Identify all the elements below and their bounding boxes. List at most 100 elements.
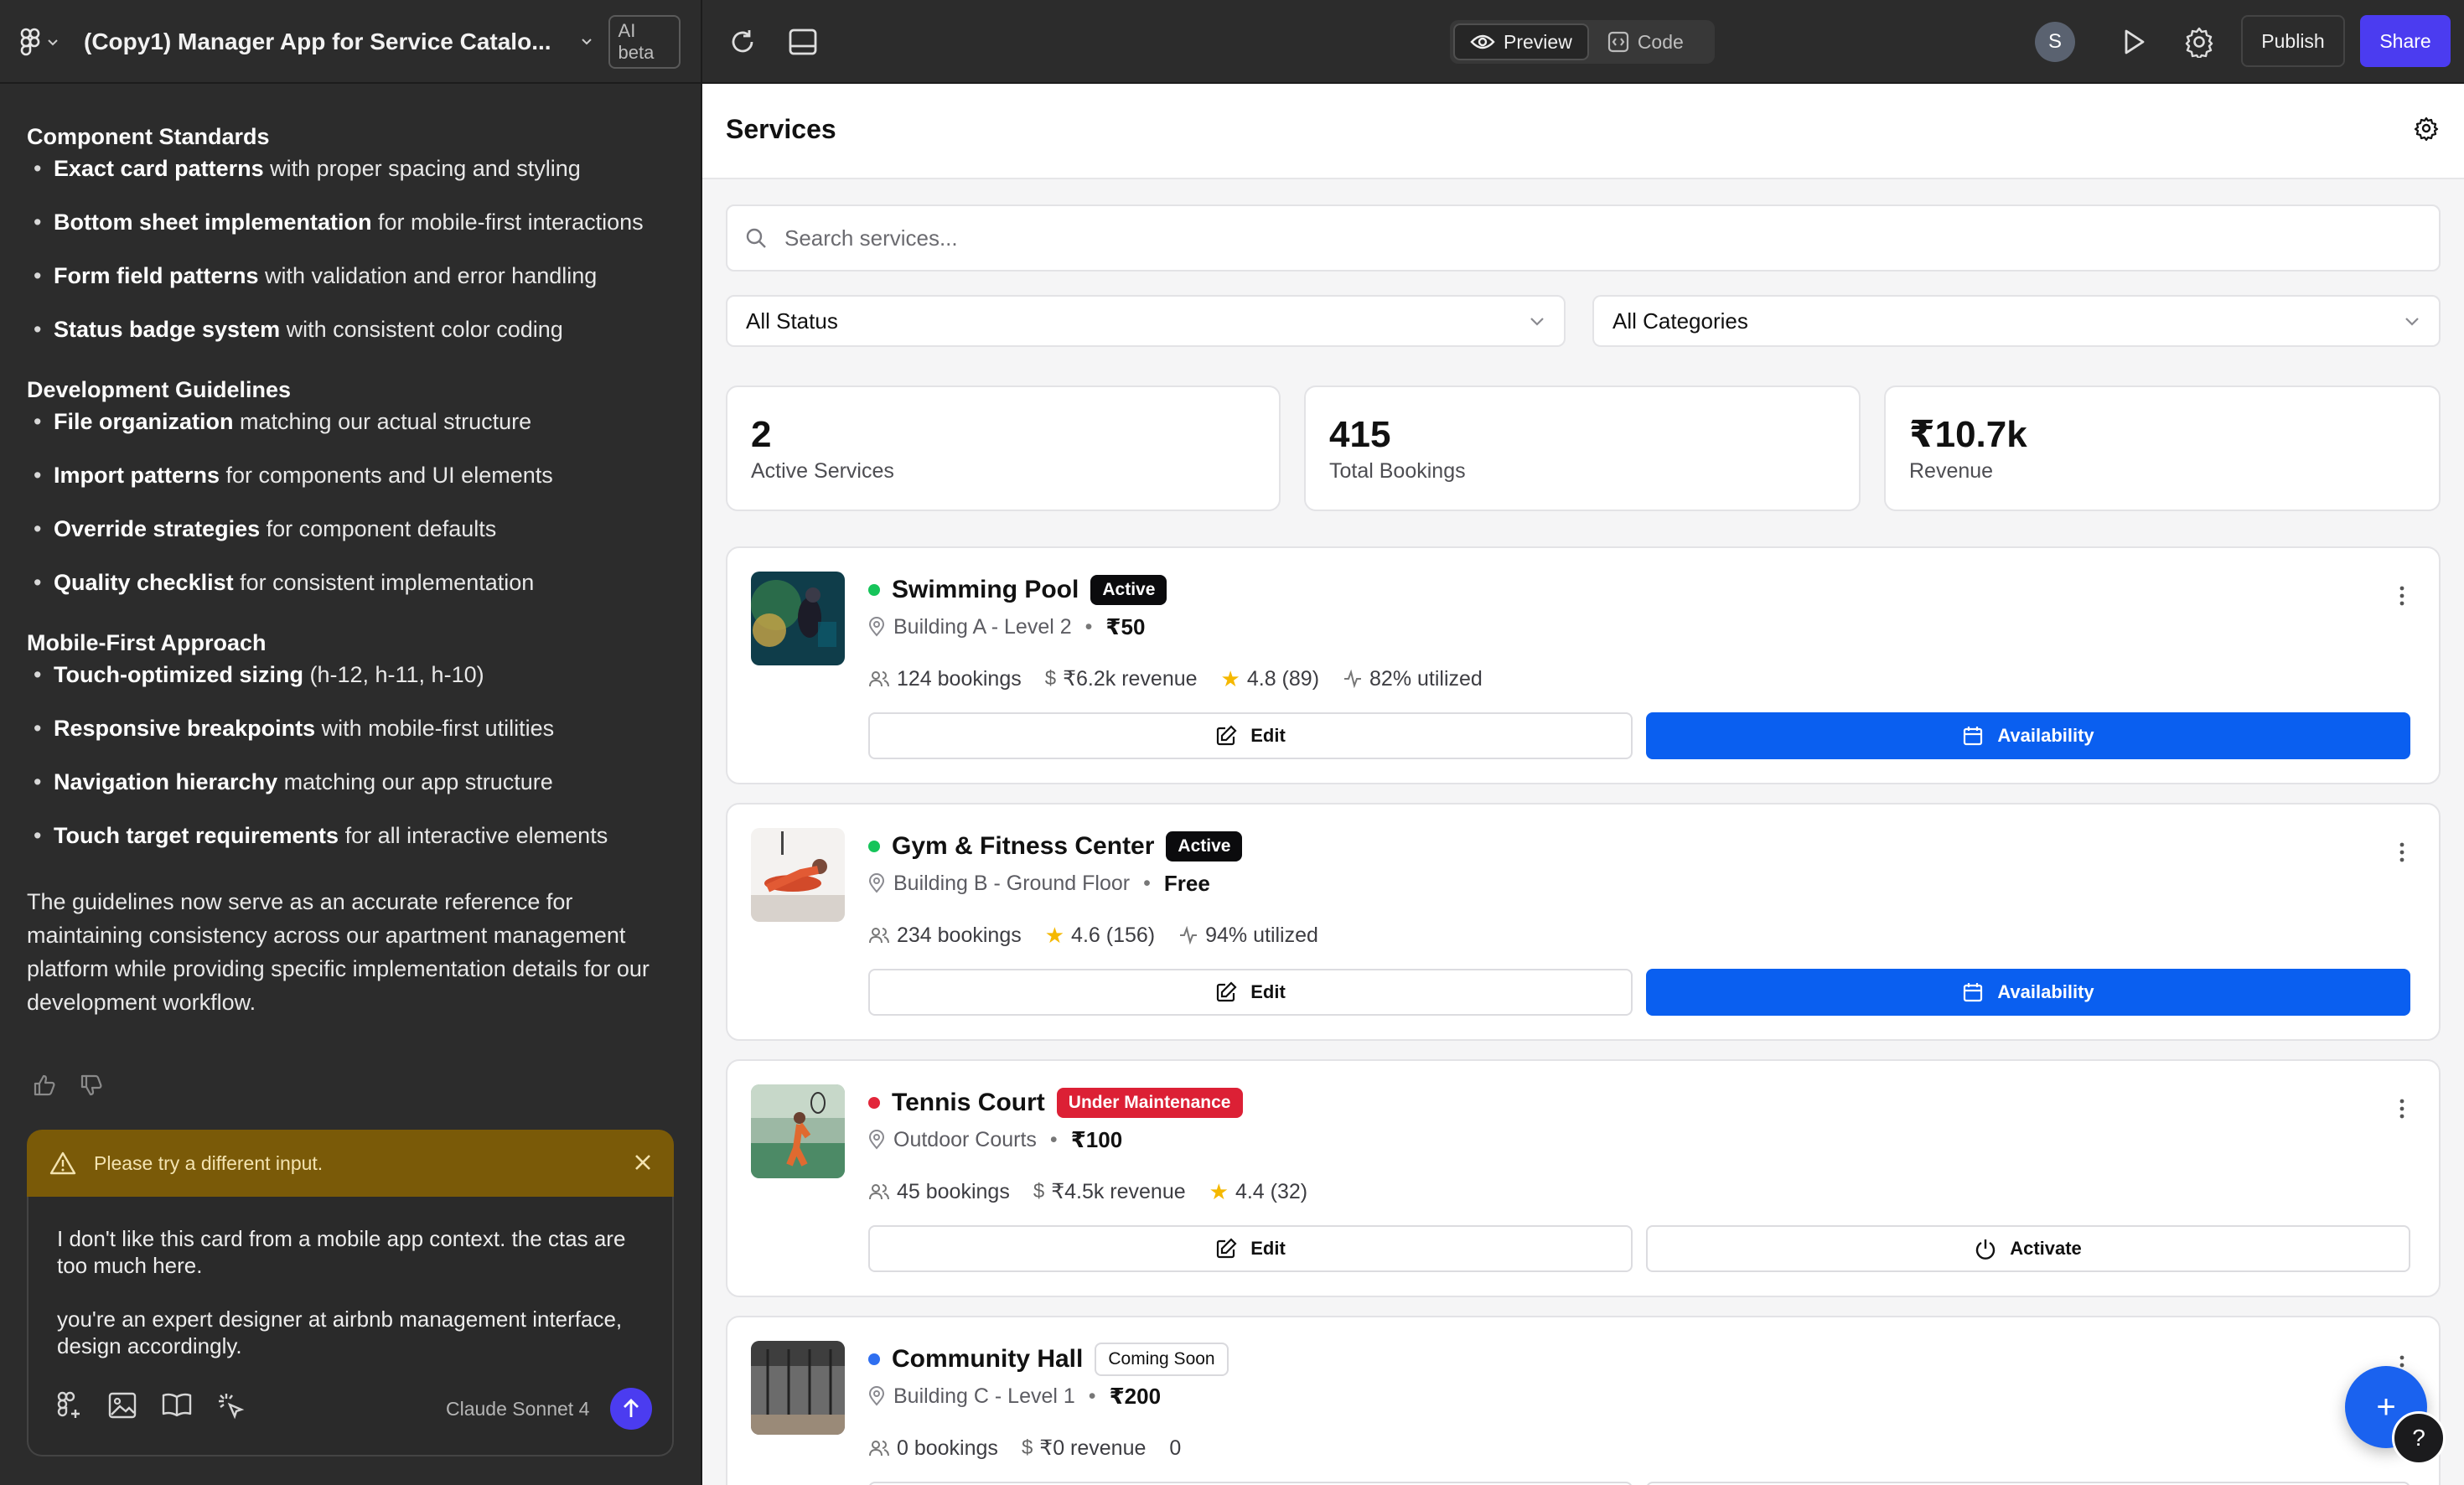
- user-avatar[interactable]: S: [2035, 22, 2075, 62]
- stat-card-active-services: 2 Active Services: [726, 385, 1281, 511]
- close-icon[interactable]: [630, 1150, 655, 1175]
- edit-icon: [1217, 725, 1237, 746]
- chat-section-1: Component Standards Exact card patterns …: [27, 121, 681, 345]
- service-location: Outdoor Courts: [893, 1127, 1037, 1151]
- service-thumbnail-tennis: [751, 1084, 845, 1178]
- users-icon: [869, 928, 889, 944]
- service-card-swimming-pool[interactable]: Swimming Pool Active Building A - Level …: [726, 546, 2441, 784]
- chat-message: Component Standards Exact card patterns …: [27, 121, 681, 1019]
- error-banner: Please try a different input.: [27, 1130, 674, 1197]
- service-location: Building B - Ground Floor: [893, 871, 1131, 895]
- list-item: Status badge system with consistent colo…: [27, 313, 681, 345]
- refresh-icon[interactable]: [726, 25, 759, 59]
- search-input[interactable]: [784, 225, 2377, 251]
- dollar-icon: $: [1021, 1436, 1033, 1459]
- list-item: File organization matching our actual st…: [27, 406, 681, 437]
- play-icon[interactable]: [2117, 25, 2151, 59]
- service-info: Gym & Fitness Center Active Building B -…: [868, 828, 2410, 952]
- panel-toggle-icon[interactable]: [786, 25, 820, 59]
- edit-button[interactable]: Edit: [868, 712, 1633, 759]
- status-dot: [868, 1353, 880, 1365]
- users-icon: [869, 1184, 889, 1200]
- card-actions: Edit Activate: [868, 1225, 2410, 1272]
- stat-card-total-bookings: 415 Total Bookings: [1304, 385, 1861, 511]
- availability-button[interactable]: Availability: [1646, 969, 2410, 1016]
- more-options-icon[interactable]: [2399, 585, 2405, 607]
- stat-card-revenue: ₹10.7k Revenue: [1884, 385, 2441, 511]
- edit-button[interactable]: [868, 1482, 1633, 1485]
- tab-code[interactable]: Code: [1592, 23, 1699, 60]
- service-card-tennis-court[interactable]: Tennis Court Under Maintenance Outdoor C…: [726, 1059, 2441, 1297]
- more-options-icon[interactable]: [2399, 1098, 2405, 1120]
- status-dot: [868, 841, 880, 852]
- share-button[interactable]: Share: [2360, 15, 2451, 67]
- service-card-gym[interactable]: Gym & Fitness Center Active Building B -…: [726, 803, 2441, 1041]
- users-icon: [869, 671, 889, 687]
- activate-button[interactable]: Activate: [1646, 1225, 2410, 1272]
- thumbs-up-icon[interactable]: [32, 1073, 57, 1098]
- edit-button[interactable]: Edit: [868, 1225, 1633, 1272]
- image-upload-icon[interactable]: [107, 1391, 137, 1420]
- figma-logo-icon: [20, 28, 40, 56]
- app-preview: Services All Status All Categories 2 Act…: [702, 84, 2464, 1485]
- code-icon: [1607, 31, 1628, 53]
- service-thumbnail-hall: [751, 1341, 845, 1435]
- project-menu-chevron-icon[interactable]: [580, 31, 593, 53]
- stat-label: Active Services: [751, 459, 894, 483]
- service-card-community-hall[interactable]: Community Hall Coming Soon Building C - …: [726, 1316, 2441, 1485]
- revenue-amount: ₹4.5k revenue: [1051, 1180, 1186, 1203]
- tab-preview[interactable]: Preview: [1453, 23, 1589, 60]
- activity-icon: [1180, 926, 1198, 944]
- stat-label: Total Bookings: [1329, 459, 1466, 483]
- list-item: Responsive breakpoints with mobile-first…: [27, 712, 681, 744]
- chat-input[interactable]: I don't like this card from a mobile app…: [27, 1197, 674, 1457]
- rating: 4.4 (32): [1235, 1179, 1308, 1203]
- status-badge: Coming Soon: [1095, 1343, 1229, 1376]
- tab-code-label: Code: [1637, 30, 1684, 53]
- list-item: Override strategies for component defaul…: [27, 513, 681, 545]
- status-filter-select[interactable]: All Status: [726, 295, 1566, 347]
- status-dot: [868, 584, 880, 596]
- help-button[interactable]: ?: [2392, 1411, 2446, 1465]
- status-badge: Active: [1166, 831, 1243, 862]
- figma-menu[interactable]: [20, 28, 59, 56]
- warning-triangle-icon: [49, 1151, 76, 1175]
- figma-attach-icon[interactable]: [55, 1391, 84, 1421]
- utilization: 82% utilized: [1369, 666, 1483, 691]
- bookings-count: 124 bookings: [897, 666, 1022, 691]
- category-filter-select[interactable]: All Categories: [1592, 295, 2441, 347]
- send-button[interactable]: [610, 1388, 652, 1430]
- service-info: Tennis Court Under Maintenance Outdoor C…: [868, 1084, 2410, 1208]
- edit-button[interactable]: Edit: [868, 969, 1633, 1016]
- settings-gear-icon[interactable]: [2182, 25, 2216, 59]
- activity-icon: [1344, 670, 1362, 688]
- service-price: ₹50: [1105, 613, 1146, 639]
- chat-input-text[interactable]: I don't like this card from a mobile app…: [57, 1225, 660, 1359]
- stat-value: ₹10.7k: [1909, 414, 2027, 455]
- calendar-icon: [1964, 727, 1983, 746]
- location-pin-icon: [868, 873, 885, 893]
- section-heading: Component Standards: [27, 124, 270, 149]
- project-title[interactable]: (Copy1) Manager App for Service Catalo..…: [84, 28, 551, 55]
- card-actions: Edit Availability: [868, 712, 2410, 759]
- availability-button[interactable]: Availability: [1646, 712, 2410, 759]
- dollar-icon: $: [1044, 667, 1057, 690]
- thumbs-down-icon[interactable]: [79, 1073, 104, 1098]
- page-title: Services: [726, 114, 836, 144]
- magic-select-icon[interactable]: [216, 1391, 246, 1421]
- service-thumbnail-gym: [751, 828, 845, 922]
- model-selector[interactable]: Claude Sonnet 4: [446, 1398, 589, 1420]
- edit-icon: [1217, 1238, 1237, 1259]
- status-badge: Under Maintenance: [1056, 1088, 1243, 1118]
- settings-icon[interactable]: [2414, 116, 2439, 141]
- publish-button[interactable]: Publish: [2241, 15, 2345, 67]
- view-toggle: Preview Code: [1450, 20, 1715, 64]
- list-item: Touch-optimized sizing (h-12, h-11, h-10…: [27, 659, 681, 691]
- secondary-action-button[interactable]: [1646, 1482, 2410, 1485]
- book-icon[interactable]: [161, 1391, 193, 1418]
- more-options-icon[interactable]: [2399, 841, 2405, 863]
- stat-value: 415: [1329, 414, 1391, 455]
- chat-summary: The guidelines now serve as an accurate …: [27, 889, 650, 1015]
- service-info: Swimming Pool Active Building A - Level …: [868, 572, 2410, 696]
- error-message: Please try a different input.: [94, 1151, 324, 1174]
